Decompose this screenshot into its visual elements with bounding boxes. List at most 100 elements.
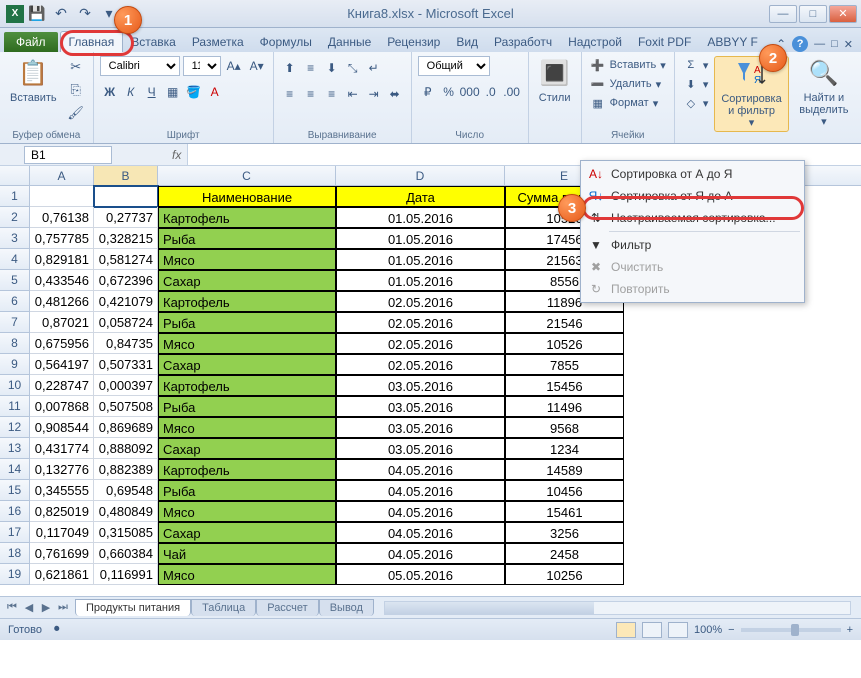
mdi-min-icon[interactable]: —: [814, 38, 825, 50]
autosum-button[interactable]: Σ▾: [681, 56, 711, 74]
name-box[interactable]: [24, 146, 112, 164]
sheet-nav-prev-icon[interactable]: ◀: [21, 601, 37, 614]
delete-cells-button[interactable]: ➖Удалить ▾: [588, 75, 668, 93]
cell[interactable]: 7855: [505, 354, 624, 375]
underline-button[interactable]: Ч: [142, 82, 162, 102]
cut-icon[interactable]: ✂: [65, 56, 87, 78]
undo-icon[interactable]: ↶: [50, 3, 72, 25]
cell[interactable]: 01.05.2016: [336, 228, 505, 249]
cell[interactable]: Рыба: [158, 480, 336, 501]
fill-color-icon[interactable]: 🪣: [184, 82, 204, 102]
cell[interactable]: Сахар: [158, 270, 336, 291]
cell[interactable]: 01.05.2016: [336, 249, 505, 270]
tab-formulas[interactable]: Формулы: [252, 32, 320, 52]
border-icon[interactable]: ▦: [163, 82, 183, 102]
sheet-tab-2[interactable]: Рассчет: [256, 599, 319, 616]
align-bottom-icon[interactable]: ⬇: [322, 58, 342, 78]
maximize-button[interactable]: □: [799, 5, 827, 23]
colhead-a[interactable]: A: [30, 166, 94, 185]
minimize-button[interactable]: —: [769, 5, 797, 23]
cell[interactable]: 01.05.2016: [336, 270, 505, 291]
rowhead[interactable]: 12: [0, 417, 30, 438]
rowhead[interactable]: 8: [0, 333, 30, 354]
tab-view[interactable]: Вид: [448, 32, 486, 52]
align-right-icon[interactable]: ≡: [322, 84, 342, 104]
cell[interactable]: Рыба: [158, 312, 336, 333]
cell[interactable]: 9568: [505, 417, 624, 438]
cell[interactable]: 0,564197: [30, 354, 94, 375]
fill-button[interactable]: ⬇▾: [681, 75, 711, 93]
cell[interactable]: 0,507331: [94, 354, 158, 375]
help-icon[interactable]: ?: [792, 36, 808, 52]
colhead-d[interactable]: D: [336, 166, 505, 185]
cell[interactable]: Картофель: [158, 207, 336, 228]
mdi-close-icon[interactable]: ✕: [844, 38, 853, 51]
cell[interactable]: Картофель: [158, 375, 336, 396]
cell[interactable]: 02.05.2016: [336, 333, 505, 354]
cell[interactable]: Мясо: [158, 333, 336, 354]
cell[interactable]: 1234: [505, 438, 624, 459]
tab-insert[interactable]: Вставка: [123, 32, 184, 52]
tab-abbyy[interactable]: ABBYY F: [699, 32, 765, 52]
cell[interactable]: 15461: [505, 501, 624, 522]
cell[interactable]: 0,761699: [30, 543, 94, 564]
cell[interactable]: Картофель: [158, 459, 336, 480]
font-color-icon[interactable]: A: [205, 82, 225, 102]
macro-record-icon[interactable]: ⏺: [54, 623, 60, 636]
cell[interactable]: 0,757785: [30, 228, 94, 249]
italic-button[interactable]: К: [121, 82, 141, 102]
cell[interactable]: 10256: [505, 564, 624, 585]
cell[interactable]: 0,433546: [30, 270, 94, 291]
zoom-out-icon[interactable]: −: [728, 624, 734, 636]
cell[interactable]: 04.05.2016: [336, 501, 505, 522]
inc-decimal-icon[interactable]: .0: [481, 82, 501, 102]
cell[interactable]: 0,507508: [94, 396, 158, 417]
cell[interactable]: 04.05.2016: [336, 522, 505, 543]
cell[interactable]: Мясо: [158, 564, 336, 585]
colhead-c[interactable]: C: [158, 166, 336, 185]
cell[interactable]: 0,481266: [30, 291, 94, 312]
cell[interactable]: 0,888092: [94, 438, 158, 459]
cell[interactable]: 0,000397: [94, 375, 158, 396]
cell[interactable]: 0,87021: [30, 312, 94, 333]
cell[interactable]: 0,480849: [94, 501, 158, 522]
format-painter-icon[interactable]: 🖌: [65, 102, 87, 124]
cell[interactable]: 0,675956: [30, 333, 94, 354]
cell[interactable]: 0,27737: [94, 207, 158, 228]
cell[interactable]: 0,315085: [94, 522, 158, 543]
cell[interactable]: 0,421079: [94, 291, 158, 312]
tab-layout[interactable]: Разметка: [184, 32, 252, 52]
cell[interactable]: Сахар: [158, 522, 336, 543]
paste-button[interactable]: 📋 Вставить: [6, 56, 61, 106]
view-normal-icon[interactable]: [616, 622, 636, 638]
cell[interactable]: 0,581274: [94, 249, 158, 270]
select-all-corner[interactable]: [0, 166, 30, 185]
colhead-b[interactable]: B: [94, 166, 158, 185]
comma-icon[interactable]: 000: [460, 82, 480, 102]
cell[interactable]: Рыба: [158, 228, 336, 249]
redo-icon[interactable]: ↷: [74, 3, 96, 25]
merge-icon[interactable]: ⬌: [385, 84, 405, 104]
dd-custom-sort[interactable]: ⇅ Настраиваемая сортировка...: [581, 207, 804, 229]
tab-data[interactable]: Данные: [320, 32, 379, 52]
rowhead[interactable]: 6: [0, 291, 30, 312]
cell[interactable]: 0,132776: [30, 459, 94, 480]
percent-icon[interactable]: %: [439, 82, 459, 102]
zoom-slider[interactable]: [741, 628, 841, 632]
cell[interactable]: 03.05.2016: [336, 417, 505, 438]
cell[interactable]: 10526: [505, 333, 624, 354]
bold-button[interactable]: Ж: [100, 82, 120, 102]
cell[interactable]: 0,869689: [94, 417, 158, 438]
find-select-button[interactable]: 🔍 Найти и выделить ▾: [793, 56, 855, 130]
cell[interactable]: 0,829181: [30, 249, 94, 270]
mdi-restore-icon[interactable]: □: [831, 38, 838, 50]
cell[interactable]: 0,116991: [94, 564, 158, 585]
cell[interactable]: 0,058724: [94, 312, 158, 333]
indent-inc-icon[interactable]: ⇥: [364, 84, 384, 104]
rowhead[interactable]: 13: [0, 438, 30, 459]
cell[interactable]: 03.05.2016: [336, 375, 505, 396]
dec-decimal-icon[interactable]: .00: [502, 82, 522, 102]
cell[interactable]: Мясо: [158, 417, 336, 438]
dd-sort-az[interactable]: А↓ Сортировка от А до Я: [581, 163, 804, 185]
cell[interactable]: 14589: [505, 459, 624, 480]
